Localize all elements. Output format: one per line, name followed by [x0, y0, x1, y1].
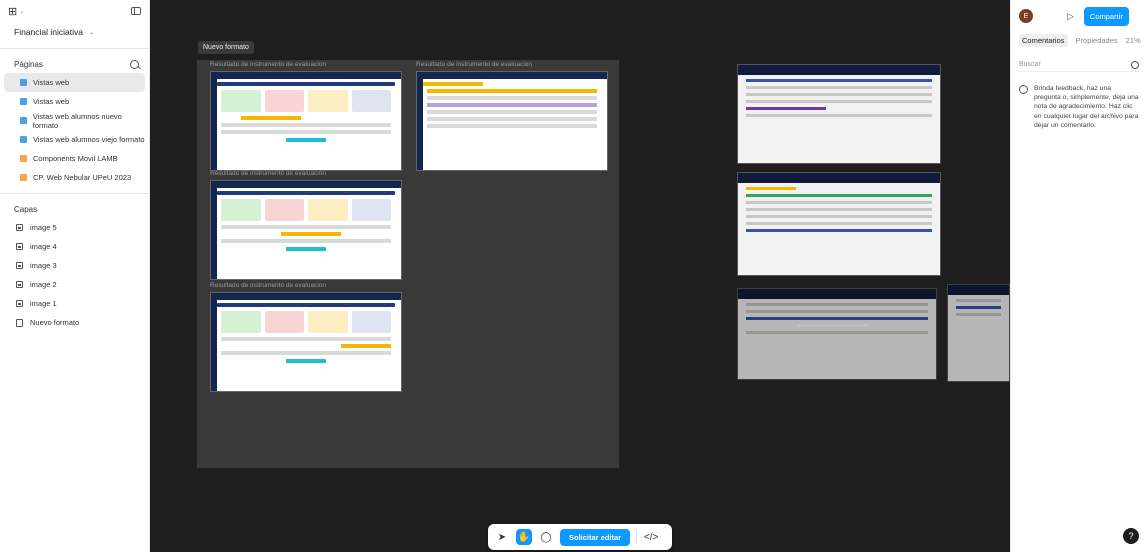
right-panel: E ▷ Compartir Comentarios Propiedades 21…	[1010, 0, 1147, 552]
layer-label: Nuevo formato	[30, 318, 80, 327]
comments-hint: Brinda feedback, haz una pregunta o, sim…	[1011, 72, 1147, 130]
layers-list: image 5 image 4 image 3 image 2 image 1 Nuevo…	[0, 218, 149, 332]
share-button[interactable]: Compartir	[1083, 6, 1129, 26]
page-item[interactable]: Vistas web alumnos nuevo formato	[4, 111, 145, 130]
layer-label: image 4	[30, 242, 57, 251]
layers-header: Capas	[0, 200, 149, 218]
layer-item[interactable]: image 4	[0, 237, 149, 256]
pages-list: Vistas web Vistas web Vistas web alumnos n…	[0, 73, 149, 187]
layer-item[interactable]: image 5	[0, 218, 149, 237]
layer-label: image 2	[30, 280, 57, 289]
right-panel-tabs: Comentarios Propiedades 21%	[1011, 32, 1147, 48]
divider	[0, 48, 149, 49]
page-icon	[20, 136, 27, 143]
page-label: Components Movil LAMB	[33, 154, 118, 163]
zoom-level[interactable]: 21%	[1126, 36, 1141, 45]
pages-header: Páginas	[0, 55, 149, 73]
present-play-icon[interactable]: ▷	[1067, 11, 1074, 22]
panel-toggle-icon[interactable]	[131, 7, 141, 15]
page-label: Vistas web alumnos viejo formato	[33, 135, 145, 144]
image-thumbnail[interactable]	[737, 64, 941, 164]
frame-sublabel: Resultado de instrumento de evaluacion	[210, 282, 326, 289]
page-icon	[20, 174, 27, 181]
page-item[interactable]: Vistas web	[4, 73, 145, 92]
tab-properties[interactable]: Propiedades	[1076, 36, 1118, 45]
image-thumbnail[interactable]	[210, 180, 402, 280]
image-thumbnail[interactable]	[947, 284, 1010, 382]
page-item[interactable]: CP. Web Nebular UPeU 2023	[4, 168, 145, 187]
image-thumbnail[interactable]	[416, 71, 608, 171]
page-item[interactable]: Vistas web alumnos viejo formato	[4, 130, 145, 149]
layer-item[interactable]: image 2	[0, 275, 149, 294]
search-placeholder: Buscar	[1019, 61, 1041, 68]
hand-tool-icon[interactable]: ✋	[516, 529, 532, 545]
layer-item[interactable]: image 1	[0, 294, 149, 313]
frame-label[interactable]: Nuevo formato	[198, 41, 254, 54]
file-name: Financial iniciativa	[14, 27, 83, 37]
pages-title: Páginas	[14, 59, 43, 69]
page-icon	[20, 155, 27, 162]
figma-logo-icon: ⊞	[8, 5, 18, 18]
divider	[0, 193, 149, 194]
page-item[interactable]: Components Movil LAMB	[4, 149, 145, 168]
filter-icon[interactable]	[1131, 60, 1139, 69]
image-icon	[16, 243, 23, 250]
chevron-down-icon: ⌄	[88, 29, 95, 36]
layer-label: image 5	[30, 223, 57, 232]
page-label: Vistas web alumnos nuevo formato	[32, 111, 122, 130]
main-menu-button[interactable]: ⊞ ⌄	[8, 5, 24, 18]
dev-mode-icon[interactable]: </>	[643, 529, 659, 545]
page-label: CP. Web Nebular UPeU 2023	[33, 173, 132, 182]
file-name-menu[interactable]: Financial iniciativa ⌄	[0, 22, 149, 42]
page-icon	[20, 79, 27, 86]
page-icon	[20, 117, 27, 124]
image-icon	[16, 300, 23, 307]
left-sidebar: ⊞ ⌄ Financial iniciativa ⌄ Páginas Vista…	[0, 0, 150, 552]
help-button[interactable]: ?	[1123, 528, 1139, 544]
comment-bubble-icon	[1019, 85, 1028, 94]
frame-sublabel: Resultado de instrumento de evaluacion	[210, 61, 326, 68]
hint-text: Brinda feedback, haz una pregunta o, sim…	[1034, 85, 1139, 129]
layer-label: image 1	[30, 299, 57, 308]
image-thumbnail[interactable]	[210, 71, 402, 171]
comments-search[interactable]: Buscar	[1019, 58, 1139, 72]
toolbar-divider	[636, 530, 638, 544]
image-thumbnail[interactable]	[210, 292, 402, 392]
canvas[interactable]: Nuevo formato Resultado de instrumento d…	[150, 0, 1010, 552]
layer-item[interactable]: image 3	[0, 256, 149, 275]
layers-title: Capas	[14, 204, 38, 214]
image-thumbnail[interactable]	[737, 172, 941, 276]
move-tool-icon[interactable]: ➤	[494, 529, 510, 545]
right-panel-top: E ▷ Compartir	[1011, 0, 1147, 32]
avatar[interactable]: E	[1019, 9, 1033, 23]
frame-icon	[16, 318, 23, 327]
page-item[interactable]: Vistas web	[4, 92, 145, 111]
frame-sublabel: Resultado de instrumento de evaluacion	[210, 170, 326, 177]
layer-item[interactable]: Nuevo formato	[0, 313, 149, 332]
frame-sublabel: Resultado de instrumento de evaluacion	[416, 61, 532, 68]
request-edit-button[interactable]: Solicitar editar	[560, 528, 631, 546]
chevron-down-icon: ⌄	[19, 8, 25, 15]
sidebar-top: ⊞ ⌄	[0, 0, 149, 22]
search-icon[interactable]	[130, 59, 139, 69]
page-label: Vistas web	[33, 97, 70, 106]
bottom-toolbar: ➤ ✋ ◯ Solicitar editar </>	[488, 524, 672, 550]
page-icon	[20, 98, 27, 105]
image-thumbnail[interactable]	[737, 288, 937, 380]
image-icon	[16, 224, 23, 231]
comment-tool-icon[interactable]: ◯	[538, 529, 554, 545]
page-label: Vistas web	[33, 78, 70, 87]
image-icon	[16, 262, 23, 269]
tab-comments[interactable]: Comentarios	[1019, 33, 1068, 47]
layer-label: image 3	[30, 261, 57, 270]
image-icon	[16, 281, 23, 288]
